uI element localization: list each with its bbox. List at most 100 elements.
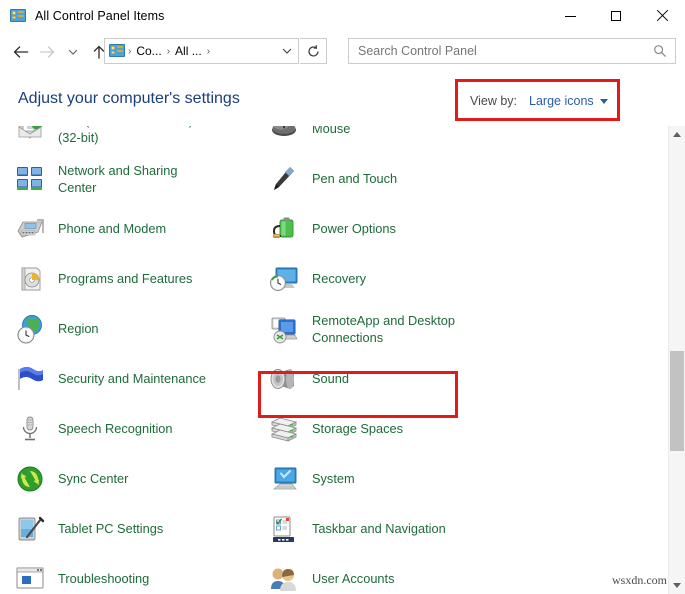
window-controls — [547, 0, 685, 32]
control-panel-icon — [10, 8, 26, 24]
control-panel-item-pen-and-touch[interactable]: Pen and Touch — [268, 154, 518, 204]
control-panel-item-sound[interactable]: Sound — [268, 354, 518, 404]
control-panel-item-label: RemoteApp and Desktop Connections — [312, 312, 455, 346]
control-panel-item-label: Sound — [312, 371, 349, 387]
scroll-up-button[interactable] — [669, 126, 685, 143]
control-panel-item-storage-spaces[interactable]: Storage Spaces — [268, 404, 518, 454]
close-icon — [656, 10, 668, 22]
control-panel-item-phone-and-modem[interactable]: Phone and Modem — [14, 204, 264, 254]
troubleshooting-icon — [14, 563, 46, 594]
control-panel-item-label: Power Options — [312, 221, 396, 237]
network-sharing-center-icon — [14, 163, 46, 195]
search-placeholder: Search Control Panel — [358, 44, 477, 58]
control-panel-item-programs-and-features[interactable]: Programs and Features — [14, 254, 264, 304]
control-panel-item-speech-recognition[interactable]: Speech Recognition — [14, 404, 264, 454]
breadcrumb-separator: › — [204, 46, 213, 57]
control-panel-item-label: Troubleshooting — [58, 571, 149, 587]
view-by-control: View by: Large icons — [470, 94, 608, 108]
user-accounts-icon — [268, 563, 300, 594]
speech-recognition-icon — [14, 413, 46, 445]
scroll-down-button[interactable] — [669, 577, 685, 594]
control-panel-item-mouse[interactable]: Mouse — [268, 126, 518, 154]
control-panel-item-security-and-maintenance[interactable]: Security and Maintenance — [14, 354, 264, 404]
control-panel-item-region[interactable]: Region — [14, 304, 264, 354]
region-icon — [14, 313, 46, 345]
watermark: wsxdn.com — [612, 573, 667, 588]
title-bar: All Control Panel Items — [0, 0, 685, 32]
arrow-right-icon — [38, 44, 56, 60]
programs-and-features-icon — [14, 263, 46, 295]
chevron-down-icon — [673, 583, 681, 588]
minimize-button[interactable] — [547, 0, 593, 32]
control-panel-item-label: Programs and Features — [58, 271, 192, 287]
remoteapp-and-desktop-connections-icon — [268, 313, 300, 345]
minimize-icon — [565, 16, 576, 17]
control-panel-item-power-options[interactable]: Power Options — [268, 204, 518, 254]
control-panel-item-recovery[interactable]: Recovery — [268, 254, 518, 304]
breadcrumb-item-control-panel[interactable]: Co... — [134, 44, 163, 58]
items-left-column: Mail (Microsoft Outlook) (32-bit) — [14, 126, 264, 594]
pen-and-touch-icon — [268, 163, 300, 195]
items-right-column: Mouse Pen and Touch — [268, 126, 518, 594]
maximize-icon — [611, 11, 621, 21]
control-panel-item-label: User Accounts — [312, 571, 395, 587]
vertical-scrollbar[interactable] — [668, 126, 685, 594]
control-panel-item-mail[interactable]: Mail (Microsoft Outlook) (32-bit) — [14, 126, 264, 154]
phone-and-modem-icon — [14, 213, 46, 245]
refresh-icon — [306, 44, 321, 59]
arrow-left-icon — [12, 44, 30, 60]
system-icon — [268, 463, 300, 495]
control-panel-item-troubleshooting[interactable]: Troubleshooting — [14, 554, 264, 594]
control-panel-item-network-and-sharing-center[interactable]: Network and Sharing Center — [14, 154, 264, 204]
control-panel-item-label: Pen and Touch — [312, 171, 397, 187]
control-panel-item-label: Network and Sharing Center — [58, 162, 178, 196]
control-panel-item-label: Recovery — [312, 271, 366, 287]
close-button[interactable] — [639, 0, 685, 32]
control-panel-item-remoteapp-and-desktop-connections[interactable]: RemoteApp and Desktop Connections — [268, 304, 518, 354]
chevron-down-icon — [281, 46, 293, 56]
chevron-up-icon — [673, 132, 681, 137]
control-panel-item-sync-center[interactable]: Sync Center — [14, 454, 264, 504]
control-panel-item-label: Phone and Modem — [58, 221, 166, 237]
sound-icon — [268, 363, 300, 395]
control-panel-item-label: Tablet PC Settings — [58, 521, 163, 537]
refresh-button[interactable] — [300, 38, 327, 64]
chevron-down-icon — [67, 47, 79, 57]
tablet-pc-settings-icon — [14, 513, 46, 545]
scrollbar-thumb[interactable] — [670, 351, 684, 451]
sync-center-icon — [14, 463, 46, 495]
maximize-button[interactable] — [593, 0, 639, 32]
chevron-down-icon[interactable] — [600, 99, 608, 104]
control-panel-item-tablet-pc-settings[interactable]: Tablet PC Settings — [14, 504, 264, 554]
search-icon — [653, 44, 667, 58]
control-panel-item-label: Security and Maintenance — [58, 371, 206, 387]
control-panel-item-taskbar-and-navigation[interactable]: Taskbar and Navigation — [268, 504, 518, 554]
storage-spaces-icon — [268, 413, 300, 445]
control-panel-item-system[interactable]: System — [268, 454, 518, 504]
control-panel-items-list: Mail (Microsoft Outlook) (32-bit) — [0, 126, 663, 594]
control-panel-item-label: Speech Recognition — [58, 421, 173, 437]
control-panel-item-user-accounts[interactable]: User Accounts — [268, 554, 518, 594]
view-by-value[interactable]: Large icons — [529, 94, 594, 108]
mouse-icon — [268, 126, 300, 145]
recent-locations-button[interactable] — [60, 39, 86, 65]
back-button[interactable] — [8, 39, 34, 65]
control-panel-item-label: Mail (Microsoft Outlook) (32-bit) — [58, 126, 193, 146]
control-panel-item-label: Region — [58, 321, 99, 337]
breadcrumb-item-all-items[interactable]: All ... — [173, 44, 204, 58]
security-and-maintenance-icon — [14, 363, 46, 395]
search-input[interactable]: Search Control Panel — [348, 38, 676, 64]
page-title: Adjust your computer's settings — [18, 90, 240, 108]
breadcrumb-separator: › — [164, 46, 173, 57]
control-panel-item-label: Taskbar and Navigation — [312, 521, 446, 537]
address-dropdown-button[interactable] — [276, 39, 298, 63]
control-panel-item-label: Storage Spaces — [312, 421, 403, 437]
forward-button[interactable] — [34, 39, 60, 65]
control-panel-item-label: Mouse — [312, 126, 350, 137]
taskbar-and-navigation-icon — [268, 513, 300, 545]
recovery-icon — [268, 263, 300, 295]
address-bar[interactable]: › Co... › All ... › — [104, 38, 299, 64]
view-by-label: View by: — [470, 94, 517, 108]
window-title: All Control Panel Items — [35, 9, 164, 23]
control-panel-icon — [109, 43, 125, 59]
